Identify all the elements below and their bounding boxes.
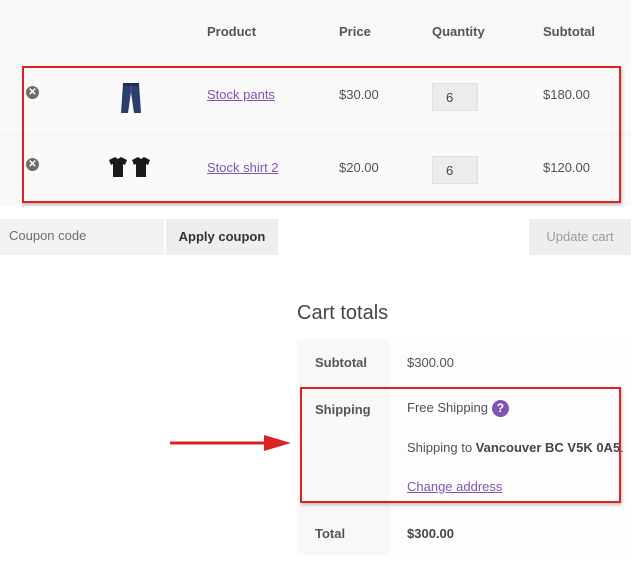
subtotal-label: Subtotal <box>315 355 367 370</box>
cart-totals-title: Cart totals <box>297 302 389 324</box>
subtotal-value: $300.00 <box>407 355 454 370</box>
update-cart-button[interactable]: Update cart <box>529 219 631 255</box>
arrow-right-icon <box>170 433 292 453</box>
cart-table-header <box>0 0 631 62</box>
header-subtotal: Subtotal <box>543 24 595 39</box>
header-product: Product <box>207 24 257 39</box>
header-quantity: Quantity <box>432 24 485 39</box>
rows-highlight-box <box>22 66 621 203</box>
shipping-highlight-box <box>300 387 621 503</box>
header-price: Price <box>339 24 371 39</box>
apply-coupon-button[interactable]: Apply coupon <box>166 219 278 255</box>
total-label: Total <box>315 526 346 541</box>
coupon-code-input[interactable]: Coupon code <box>0 219 164 255</box>
total-value: $300.00 <box>407 526 454 541</box>
